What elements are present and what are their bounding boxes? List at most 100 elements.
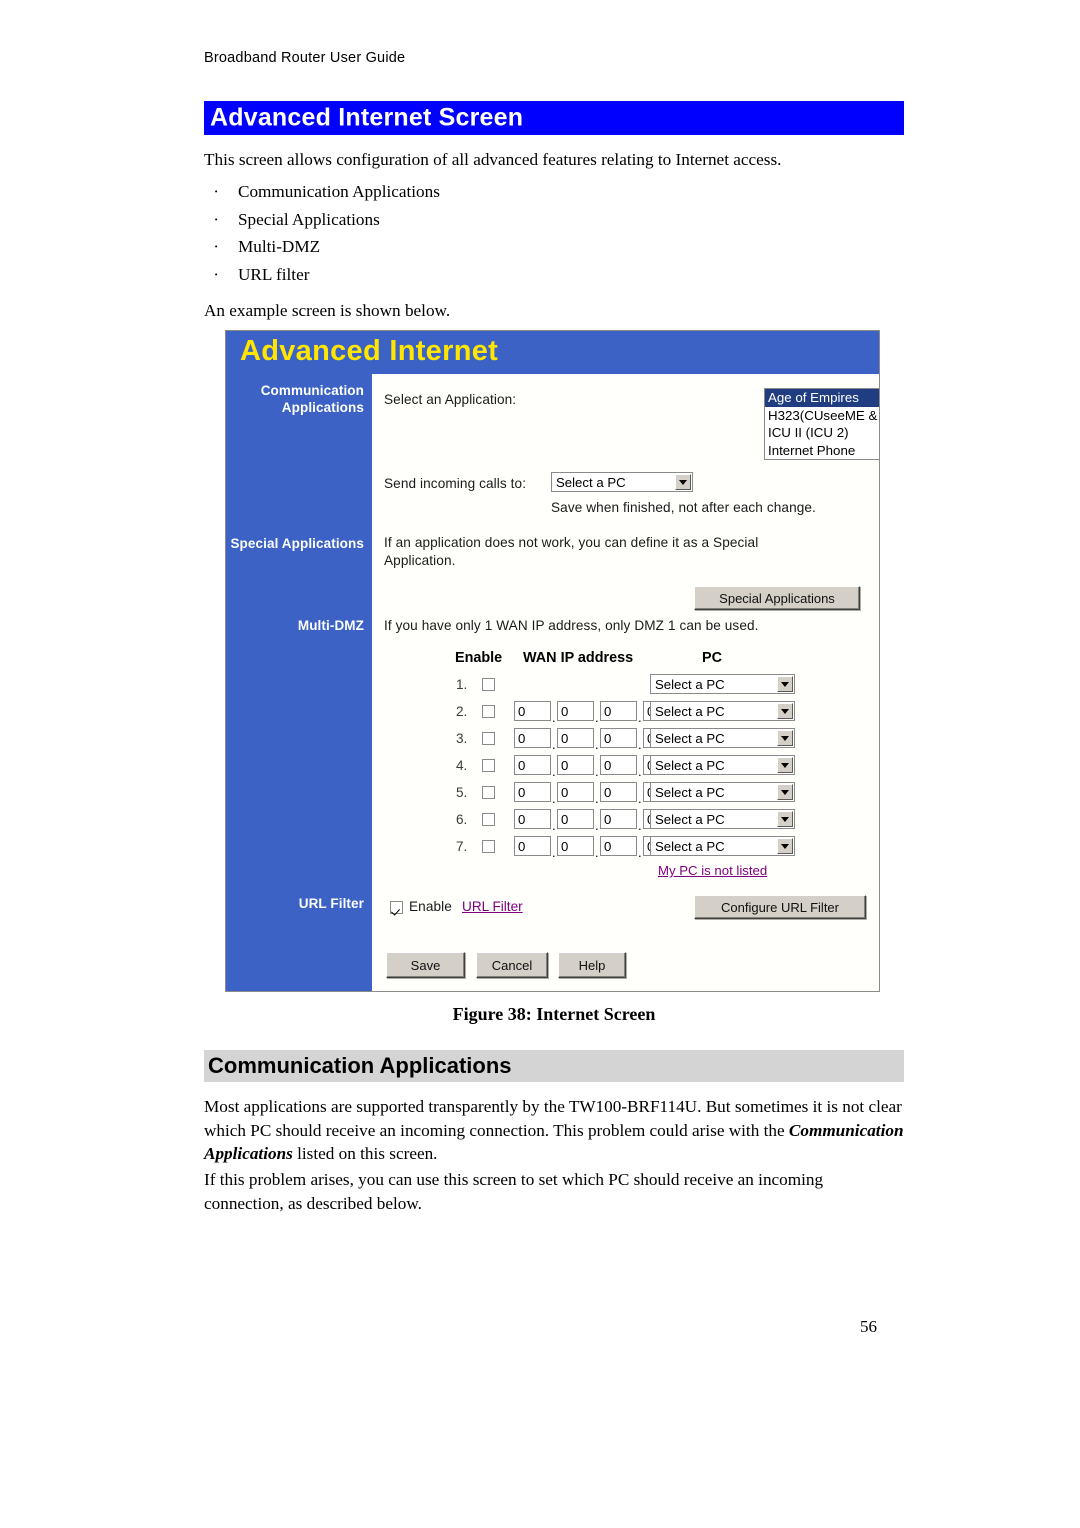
dmz-ip-octet-3[interactable]: 0 — [600, 836, 637, 856]
send-incoming-calls-select[interactable]: Select a PC — [551, 472, 693, 492]
dmz-pc-select[interactable]: Select a PC — [650, 755, 795, 775]
dmz-ip-octet-3[interactable]: 0 — [600, 809, 637, 829]
sidebar-label-special-applications: Special Applications — [230, 536, 364, 551]
bullet-icon: ∙ — [214, 209, 219, 229]
dmz-pc-value: Select a PC — [655, 677, 725, 692]
ip-dot-separator: . — [552, 791, 556, 806]
configure-url-filter-button[interactable]: Configure URL Filter — [694, 895, 866, 919]
feature-bullet-list: ∙ Communication Applications ∙ Special A… — [204, 182, 804, 292]
dmz-enable-checkbox[interactable] — [482, 705, 495, 718]
dmz-pc-select[interactable]: Select a PC — [650, 836, 795, 856]
list-item-label: Special Applications — [238, 209, 380, 229]
dmz-ip-octet-2[interactable]: 0 — [557, 782, 594, 802]
document-page: Broadband Router User Guide Advanced Int… — [0, 0, 1080, 1528]
page-number: 56 — [860, 1317, 877, 1336]
dmz-ip-octet-1[interactable]: 0 — [514, 782, 551, 802]
chevron-down-icon[interactable] — [675, 474, 691, 490]
list-item[interactable]: Internet Phone — [765, 442, 879, 460]
dmz-pc-value: Select a PC — [655, 704, 725, 719]
router-sidebar: Communication Applications Special Appli… — [226, 374, 372, 991]
page-title: Advanced Internet Screen — [210, 103, 524, 132]
list-item-label: Multi-DMZ — [238, 237, 321, 256]
dmz-row-number: 5. — [456, 785, 468, 800]
dmz-enable-checkbox[interactable] — [482, 786, 495, 799]
enable-url-filter-label: Enable — [409, 899, 452, 914]
list-item: ∙ URL filter — [204, 265, 804, 293]
dmz-header-enable: Enable — [455, 650, 503, 666]
dmz-pc-select[interactable]: Select a PC — [650, 701, 795, 721]
ip-dot-separator: . — [638, 764, 642, 779]
special-applications-text-line1: If an application does not work, you can… — [384, 535, 759, 550]
url-filter-link[interactable]: URL Filter — [462, 899, 523, 914]
dmz-ip-octet-3[interactable]: 0 — [600, 782, 637, 802]
ip-dot-separator: . — [595, 764, 599, 779]
help-button[interactable]: Help — [558, 952, 626, 978]
sidebar-label-url-filter: URL Filter — [298, 896, 364, 911]
dmz-pc-select[interactable]: Select a PC — [650, 782, 795, 802]
ip-dot-separator: . — [595, 845, 599, 860]
my-pc-is-not-listed-link[interactable]: My PC is not listed — [658, 863, 767, 878]
dmz-ip-octet-1[interactable]: 0 — [514, 701, 551, 721]
dmz-ip-octet-1[interactable]: 0 — [514, 728, 551, 748]
cancel-button[interactable]: Cancel — [476, 952, 548, 978]
dmz-pc-value: Select a PC — [655, 758, 725, 773]
chevron-down-icon[interactable] — [777, 784, 793, 800]
dmz-pc-select[interactable]: Select a PC — [650, 809, 795, 829]
dmz-enable-checkbox[interactable] — [482, 813, 495, 826]
dmz-enable-checkbox[interactable] — [482, 678, 495, 691]
enable-url-filter-checkbox[interactable] — [390, 901, 403, 914]
chevron-down-icon[interactable] — [777, 730, 793, 746]
ip-dot-separator: . — [552, 845, 556, 860]
save-button[interactable]: Save — [386, 952, 465, 978]
dmz-ip-octet-3[interactable]: 0 — [600, 755, 637, 775]
dmz-enable-checkbox[interactable] — [482, 759, 495, 772]
dmz-ip-octet-3[interactable]: 0 — [600, 728, 637, 748]
dmz-pc-select[interactable]: Select a PC — [650, 728, 795, 748]
application-listbox[interactable]: Age of Empires H323(CUseeME & MS NetMeet… — [764, 388, 879, 460]
body-paragraph-2: If this problem arises, you can use this… — [204, 1170, 824, 1213]
dmz-ip-octet-1[interactable]: 0 — [514, 809, 551, 829]
list-item[interactable]: H323(CUseeME & MS NetMeeting & TGI Phone… — [765, 407, 879, 425]
dmz-ip-octet-2[interactable]: 0 — [557, 701, 594, 721]
dmz-enable-checkbox[interactable] — [482, 732, 495, 745]
dmz-row-number: 3. — [456, 731, 468, 746]
body-paragraph-1: Most applications are supported transpar… — [204, 1095, 904, 1166]
router-header-bar: Advanced Internet — [226, 331, 879, 374]
dmz-ip-octet-1[interactable]: 0 — [514, 755, 551, 775]
chevron-down-icon[interactable] — [777, 757, 793, 773]
dmz-row-number: 1. — [456, 677, 468, 692]
dmz-ip-octet-1[interactable]: 0 — [514, 836, 551, 856]
ip-dot-separator: . — [552, 818, 556, 833]
save-hint-text: Save when finished, not after each chang… — [551, 500, 816, 515]
chevron-down-icon[interactable] — [777, 676, 793, 692]
chevron-down-icon[interactable] — [777, 811, 793, 827]
list-item[interactable]: Age of Empires — [765, 389, 879, 407]
dmz-ip-octet-2[interactable]: 0 — [557, 809, 594, 829]
subsection-title: Communication Applications — [208, 1053, 512, 1078]
special-applications-button[interactable]: Special Applications — [694, 586, 860, 610]
bullet-icon: ∙ — [214, 182, 219, 201]
dmz-ip-octet-2[interactable]: 0 — [557, 755, 594, 775]
chevron-down-icon[interactable] — [777, 703, 793, 719]
dmz-pc-value: Select a PC — [655, 812, 725, 827]
ip-dot-separator: . — [638, 737, 642, 752]
running-head: Broadband Router User Guide — [204, 50, 406, 66]
ip-dot-separator: . — [595, 818, 599, 833]
intro-paragraph: This screen allows configuration of all … — [204, 150, 782, 169]
figure-caption: Figure 38: Internet Screen — [452, 1004, 656, 1024]
list-item[interactable]: ICU II (ICU 2) — [765, 424, 879, 442]
application-listbox-items: Age of Empires H323(CUseeME & MS NetMeet… — [765, 389, 879, 460]
dmz-enable-checkbox[interactable] — [482, 840, 495, 853]
dmz-row-number: 4. — [456, 758, 468, 773]
dmz-pc-select[interactable]: Select a PC — [650, 674, 795, 694]
ip-dot-separator: . — [552, 737, 556, 752]
ip-dot-separator: . — [595, 710, 599, 725]
dmz-pc-value: Select a PC — [655, 785, 725, 800]
dmz-ip-octet-3[interactable]: 0 — [600, 701, 637, 721]
sidebar-label-communication-applications: Communication Applications — [260, 383, 364, 415]
send-incoming-calls-label: Send incoming calls to: — [384, 476, 527, 491]
dmz-ip-octet-2[interactable]: 0 — [557, 836, 594, 856]
chevron-down-icon[interactable] — [777, 838, 793, 854]
dmz-pc-value: Select a PC — [655, 731, 725, 746]
dmz-ip-octet-2[interactable]: 0 — [557, 728, 594, 748]
